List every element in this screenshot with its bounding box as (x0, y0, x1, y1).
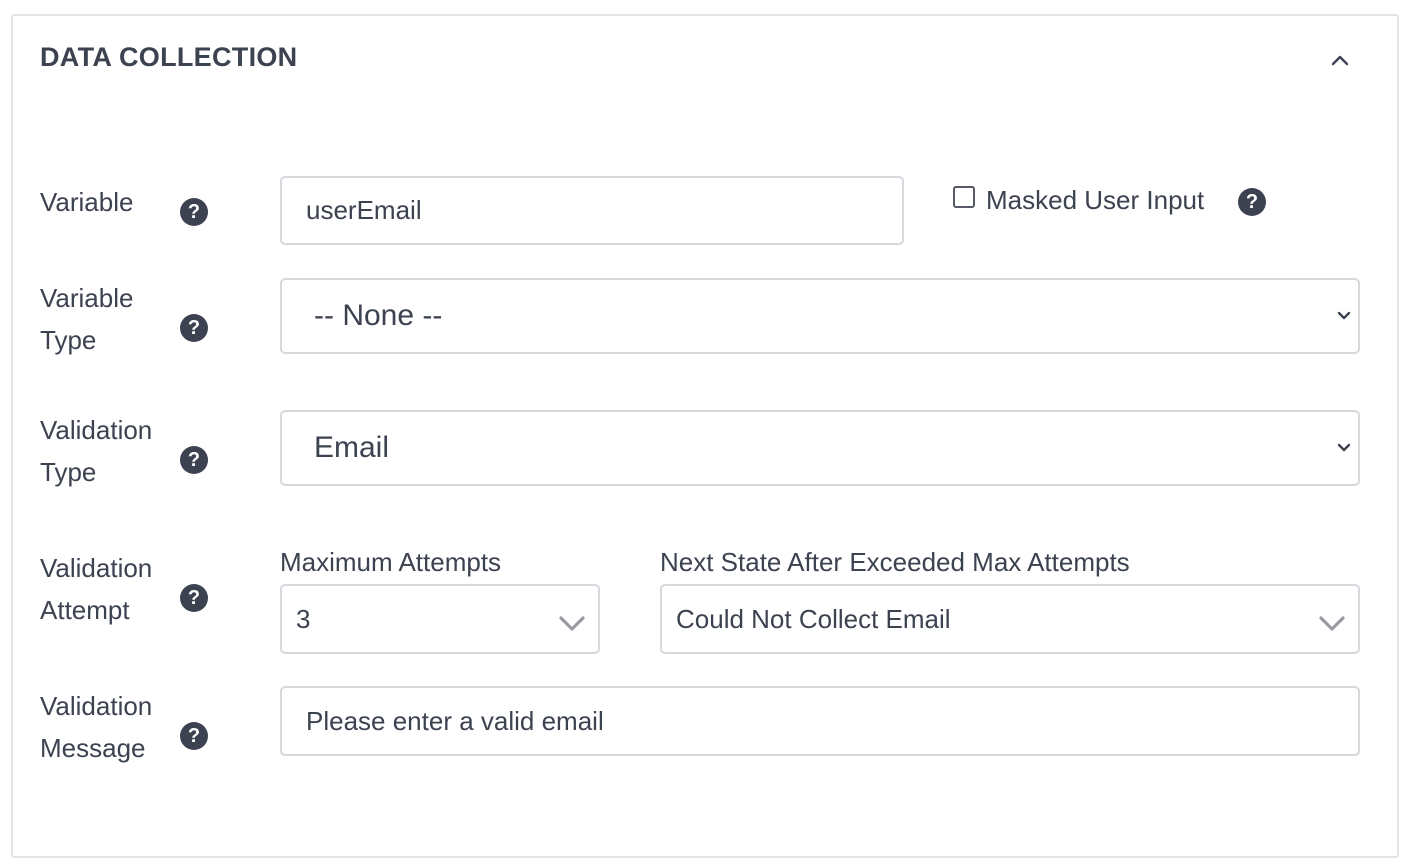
chevron-down-icon (1337, 311, 1351, 320)
validation-attempt-label-line1: Validation (40, 553, 153, 583)
validation-message-value: Please enter a valid email (306, 705, 604, 736)
validation-type-label-line1: Validation (40, 415, 153, 445)
variable-type-label-line1: Variable (40, 283, 134, 313)
variable-type-select[interactable]: -- None -- (280, 278, 1360, 354)
validation-attempt-help-icon[interactable]: ? (180, 584, 208, 612)
validation-message-help-icon[interactable]: ? (180, 722, 208, 750)
validation-message-label-line1: Validation (40, 691, 153, 721)
next-state-select[interactable]: Could Not Collect Email (660, 584, 1360, 654)
variable-input[interactable]: userEmail (280, 176, 904, 245)
variable-help-icon[interactable]: ? (180, 198, 208, 226)
validation-message-input[interactable]: Please enter a valid email (280, 686, 1360, 756)
masked-user-input-checkbox[interactable] (953, 186, 975, 208)
validation-message-label-line2: Message (40, 733, 146, 763)
maximum-attempts-selected: 3 (296, 603, 311, 634)
masked-user-input-label[interactable]: Masked User Input (986, 184, 1204, 216)
chevron-down-icon (1337, 443, 1351, 452)
chevron-up-icon (1331, 55, 1349, 66)
variable-type-selected: -- None -- (314, 299, 443, 332)
section-title: DATA COLLECTION (40, 42, 298, 72)
variable-type-label-line2: Type (40, 325, 97, 355)
maximum-attempts-select[interactable]: 3 (280, 584, 600, 654)
validation-type-label-line2: Type (40, 457, 97, 487)
variable-type-help-icon[interactable]: ? (180, 314, 208, 342)
chevron-down-icon (1319, 616, 1345, 631)
validation-type-help-icon[interactable]: ? (180, 446, 208, 474)
variable-label: Variable (40, 187, 134, 217)
collapse-section-button[interactable] (1326, 48, 1354, 72)
next-state-label: Next State After Exceeded Max Attempts (660, 547, 1130, 577)
chevron-down-icon (559, 616, 585, 631)
masked-input-help-icon[interactable]: ? (1238, 188, 1266, 216)
validation-type-select[interactable]: Email (280, 410, 1360, 486)
validation-attempt-label-line2: Attempt (40, 595, 130, 625)
variable-input-value: userEmail (306, 195, 422, 225)
validation-type-selected: Email (314, 431, 390, 464)
next-state-selected: Could Not Collect Email (676, 603, 951, 634)
maximum-attempts-label: Maximum Attempts (280, 547, 502, 577)
